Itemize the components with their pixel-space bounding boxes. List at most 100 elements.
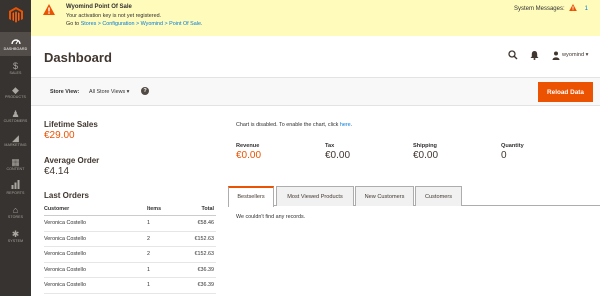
sidebar-item-label: SYSTEM <box>7 238 24 243</box>
sidebar-item-label: MARKETING <box>4 142 27 147</box>
sidebar-item-content[interactable]: ▦ CONTENT <box>0 152 31 176</box>
lifetime-sales-label: Lifetime Sales <box>44 120 98 129</box>
tab-most-viewed-products[interactable]: Most Viewed Products <box>276 186 354 206</box>
table-row[interactable]: Veronica Costello 1 €58.46 <box>44 216 216 232</box>
chart-message-end: . <box>350 122 353 128</box>
sidebar-item-customers[interactable]: ♟ CUSTOMERS <box>0 104 31 128</box>
chart-disabled-message: Chart is disabled. To enable the chart, … <box>236 122 352 128</box>
notice-path: Go to Stores > Configuration > Wyomind >… <box>66 21 202 27</box>
bar-chart-icon <box>11 180 20 191</box>
sidebar-item-stores[interactable]: ⌂ STORES <box>0 200 31 224</box>
sidebar-item-system[interactable]: ✱ SYSTEM <box>0 224 31 248</box>
shipping-value: €0.00 <box>413 150 439 161</box>
warning-icon <box>43 4 55 17</box>
user-menu[interactable]: wyomind ▾ <box>562 52 588 58</box>
average-order-value: €4.14 <box>44 166 70 177</box>
megaphone-icon: ◢ <box>12 132 19 143</box>
order-items: 2 <box>147 251 150 257</box>
quantity-label: Quantity <box>501 143 524 149</box>
tab-new-customers[interactable]: New Customers <box>355 186 414 206</box>
average-order-label: Average Order <box>44 156 100 165</box>
admin-sidebar: DASHBOARD $ SALES ◆ PRODUCTS ♟ CUSTOMERS… <box>0 0 31 296</box>
order-customer: Veronica Costello <box>44 251 86 257</box>
sidebar-item-label: CUSTOMERS <box>3 118 28 123</box>
order-customer: Veronica Costello <box>44 235 86 242</box>
order-items: 1 <box>147 220 150 226</box>
chevron-down-icon: ▾ <box>126 89 130 95</box>
sidebar-item-label: CONTENT <box>6 166 25 171</box>
user-name: wyomind <box>562 52 585 58</box>
quantity-value: 0 <box>501 150 507 161</box>
notice-title: Wyomind Point Of Sale <box>66 4 132 10</box>
last-orders-title: Last Orders <box>44 191 89 200</box>
store-view-selected: All Store Views <box>89 89 126 95</box>
order-customer: Veronica Costello <box>44 220 86 226</box>
order-total: €36.39 <box>197 282 215 288</box>
notice-message: Your activation key is not yet registere… <box>66 13 162 19</box>
notice-config-link[interactable]: Stores > Configuration > Wyomind > Point… <box>81 21 201 27</box>
system-warning-icon <box>568 4 577 13</box>
tax-value: €0.00 <box>325 150 351 161</box>
help-icon[interactable]: ? <box>141 87 149 95</box>
column-header-total: Total <box>201 206 214 212</box>
order-total: €152.63 <box>194 235 215 242</box>
sidebar-item-label: REPORTS <box>6 191 25 195</box>
dollar-icon: $ <box>12 60 18 71</box>
lifetime-sales-value: €29.00 <box>44 130 75 141</box>
order-total: €58.46 <box>197 220 215 226</box>
shipping-label: Shipping <box>413 143 437 149</box>
dashboard-tabs: Bestsellers Most Viewed Products New Cus… <box>228 186 600 207</box>
sidebar-item-marketing[interactable]: ◢ MARKETING <box>0 128 31 152</box>
system-messages-count: 1 <box>584 5 588 12</box>
store-view-switcher[interactable]: All Store Views ▾ <box>89 89 129 95</box>
gear-icon: ✱ <box>11 228 20 239</box>
order-customer: Veronica Costello <box>44 266 86 273</box>
table-header: Customer Items Total <box>44 202 216 216</box>
order-total: €36.39 <box>197 266 215 273</box>
search-icon[interactable] <box>508 50 518 62</box>
order-customer: Veronica Costello <box>44 282 86 288</box>
dashboard-icon <box>10 37 21 47</box>
column-header-items: Items <box>147 206 162 212</box>
chevron-down-icon: ▾ <box>585 52 589 58</box>
store-view-bar: Store View: All Store Views ▾ ? Reload D… <box>31 77 600 106</box>
tab-customers[interactable]: Customers <box>415 186 462 206</box>
sidebar-item-label: STORES <box>7 214 24 219</box>
revenue-value: €0.00 <box>236 150 262 161</box>
sidebar-item-sales[interactable]: $ SALES <box>0 56 31 80</box>
person-icon: ♟ <box>11 108 20 119</box>
table-row[interactable]: Veronica Costello 1 €36.39 <box>44 278 216 294</box>
bell-icon[interactable] <box>530 50 539 62</box>
reload-data-button[interactable]: Reload Data <box>538 82 593 102</box>
user-icon[interactable] <box>552 51 560 62</box>
order-total: €152.63 <box>194 251 215 257</box>
store-view-label: Store View: <box>50 89 80 95</box>
page-title: Dashboard <box>44 50 112 65</box>
sidebar-item-products[interactable]: ◆ PRODUCTS <box>0 80 31 104</box>
order-items: 1 <box>147 282 150 288</box>
sidebar-item-label: DASHBOARD <box>3 46 28 51</box>
notice-path-suffix: . <box>200 21 203 27</box>
content-icon: ▦ <box>11 156 20 167</box>
tab-bestsellers[interactable]: Bestsellers <box>228 186 274 207</box>
enable-chart-link[interactable]: here <box>340 122 351 128</box>
last-orders-table: Customer Items Total Veronica Costello 1… <box>44 202 216 294</box>
system-messages-label: System Messages: <box>513 5 565 12</box>
table-row[interactable]: Veronica Costello 1 €36.39 <box>44 263 216 278</box>
order-items: 1 <box>147 266 150 273</box>
cube-icon: ◆ <box>12 84 19 95</box>
table-row[interactable]: Veronica Costello 2 €152.63 <box>44 232 216 247</box>
sidebar-item-reports[interactable]: REPORTS <box>0 176 31 200</box>
revenue-label: Revenue <box>236 143 260 149</box>
column-header-customer: Customer <box>44 206 70 212</box>
notification-bar: Wyomind Point Of Sale Your activation ke… <box>31 0 600 36</box>
store-icon: ⌂ <box>12 204 19 215</box>
sidebar-item-label: PRODUCTS <box>5 94 26 99</box>
sidebar-item-dashboard[interactable]: DASHBOARD <box>0 32 31 56</box>
sidebar-item-label: SALES <box>9 70 22 75</box>
system-messages[interactable]: System Messages: 1 <box>514 4 588 13</box>
chart-message-text: Chart is disabled. To enable the chart, … <box>236 122 340 128</box>
table-row[interactable]: Veronica Costello 2 €152.63 <box>44 247 216 263</box>
magento-logo-icon[interactable] <box>0 0 31 30</box>
order-items: 2 <box>147 235 150 242</box>
